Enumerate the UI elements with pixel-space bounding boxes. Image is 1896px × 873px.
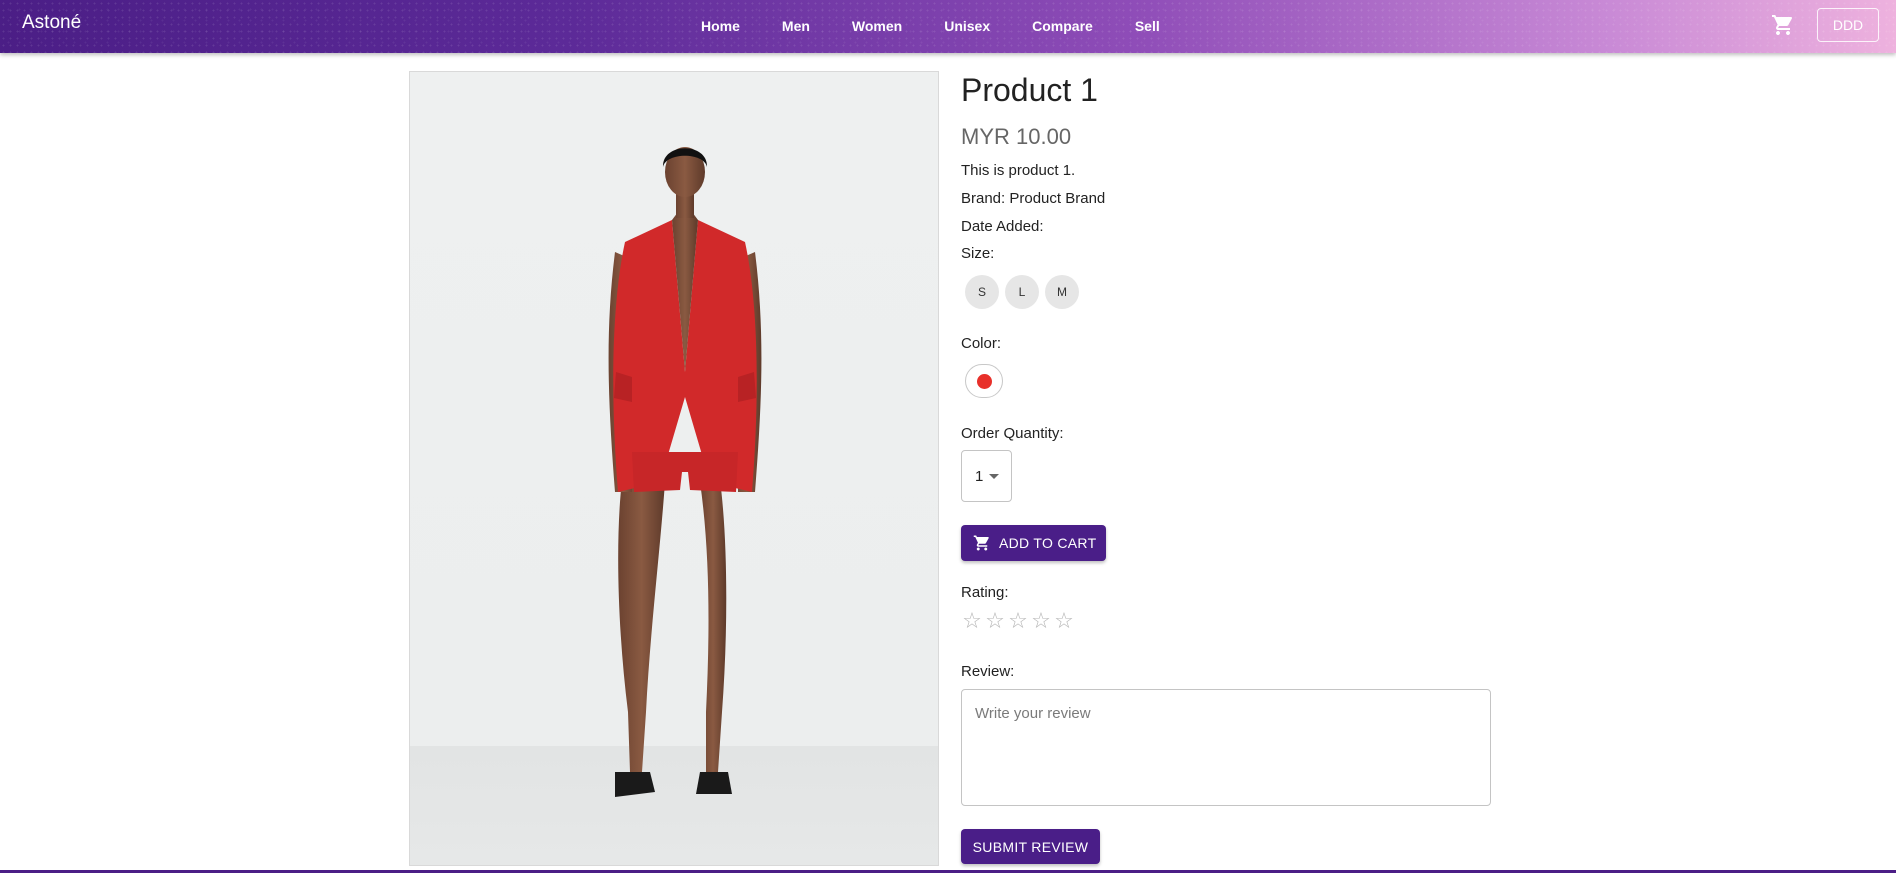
nav-link-women[interactable]: Women xyxy=(831,0,923,53)
size-option-m[interactable]: M xyxy=(1045,275,1079,309)
model-photo-illustration xyxy=(608,147,762,797)
product-brand: Brand: Product Brand xyxy=(961,190,1106,207)
main-nav: Home Men Women Unisex Compare Sell xyxy=(680,0,1181,53)
star-icon[interactable]: ☆ xyxy=(1007,608,1029,634)
star-icon[interactable]: ☆ xyxy=(1030,608,1052,634)
size-label: Size: xyxy=(961,245,995,262)
nav-link-sell[interactable]: Sell xyxy=(1114,0,1181,53)
star-icon[interactable]: ☆ xyxy=(984,608,1006,634)
size-option-l[interactable]: L xyxy=(1005,275,1039,309)
review-label: Review: xyxy=(961,663,1015,680)
top-navbar: Astoné Home Men Women Unisex Compare Sel… xyxy=(0,0,1896,53)
add-to-cart-label: ADD TO CART xyxy=(999,535,1097,551)
star-icon[interactable]: ☆ xyxy=(961,608,983,634)
shopping-cart-icon[interactable] xyxy=(1771,13,1795,37)
quantity-value: 1 xyxy=(975,467,984,485)
nav-link-compare[interactable]: Compare xyxy=(1011,0,1114,53)
color-option-red[interactable] xyxy=(965,364,1003,398)
star-icon[interactable]: ☆ xyxy=(1053,608,1075,634)
review-textarea[interactable] xyxy=(961,689,1491,806)
size-options: S L M xyxy=(965,275,1079,309)
date-added-label: Date Added: xyxy=(961,218,1044,235)
color-label: Color: xyxy=(961,335,1002,352)
user-account-button[interactable]: DDD xyxy=(1817,8,1879,42)
size-option-s[interactable]: S xyxy=(965,275,999,309)
quantity-select[interactable]: 1 xyxy=(961,450,1012,502)
cart-icon xyxy=(973,535,989,551)
product-image xyxy=(409,71,939,866)
submit-review-button[interactable]: SUBMIT REVIEW xyxy=(961,829,1100,864)
order-quantity-label: Order Quantity: xyxy=(961,425,1064,442)
rating-stars: ☆ ☆ ☆ ☆ ☆ xyxy=(961,608,1075,634)
nav-link-men[interactable]: Men xyxy=(761,0,831,53)
product-description: This is product 1. xyxy=(961,162,1076,179)
add-to-cart-button[interactable]: ADD TO CART xyxy=(961,525,1106,561)
chevron-down-icon xyxy=(989,474,999,479)
color-swatch xyxy=(976,373,992,389)
nav-link-home[interactable]: Home xyxy=(680,0,761,53)
product-title: Product 1 xyxy=(961,72,1098,108)
nav-link-unisex[interactable]: Unisex xyxy=(923,0,1011,53)
brand-logo[interactable]: Astoné xyxy=(22,12,81,34)
product-price: MYR 10.00 xyxy=(961,124,1072,149)
rating-label: Rating: xyxy=(961,584,1009,601)
